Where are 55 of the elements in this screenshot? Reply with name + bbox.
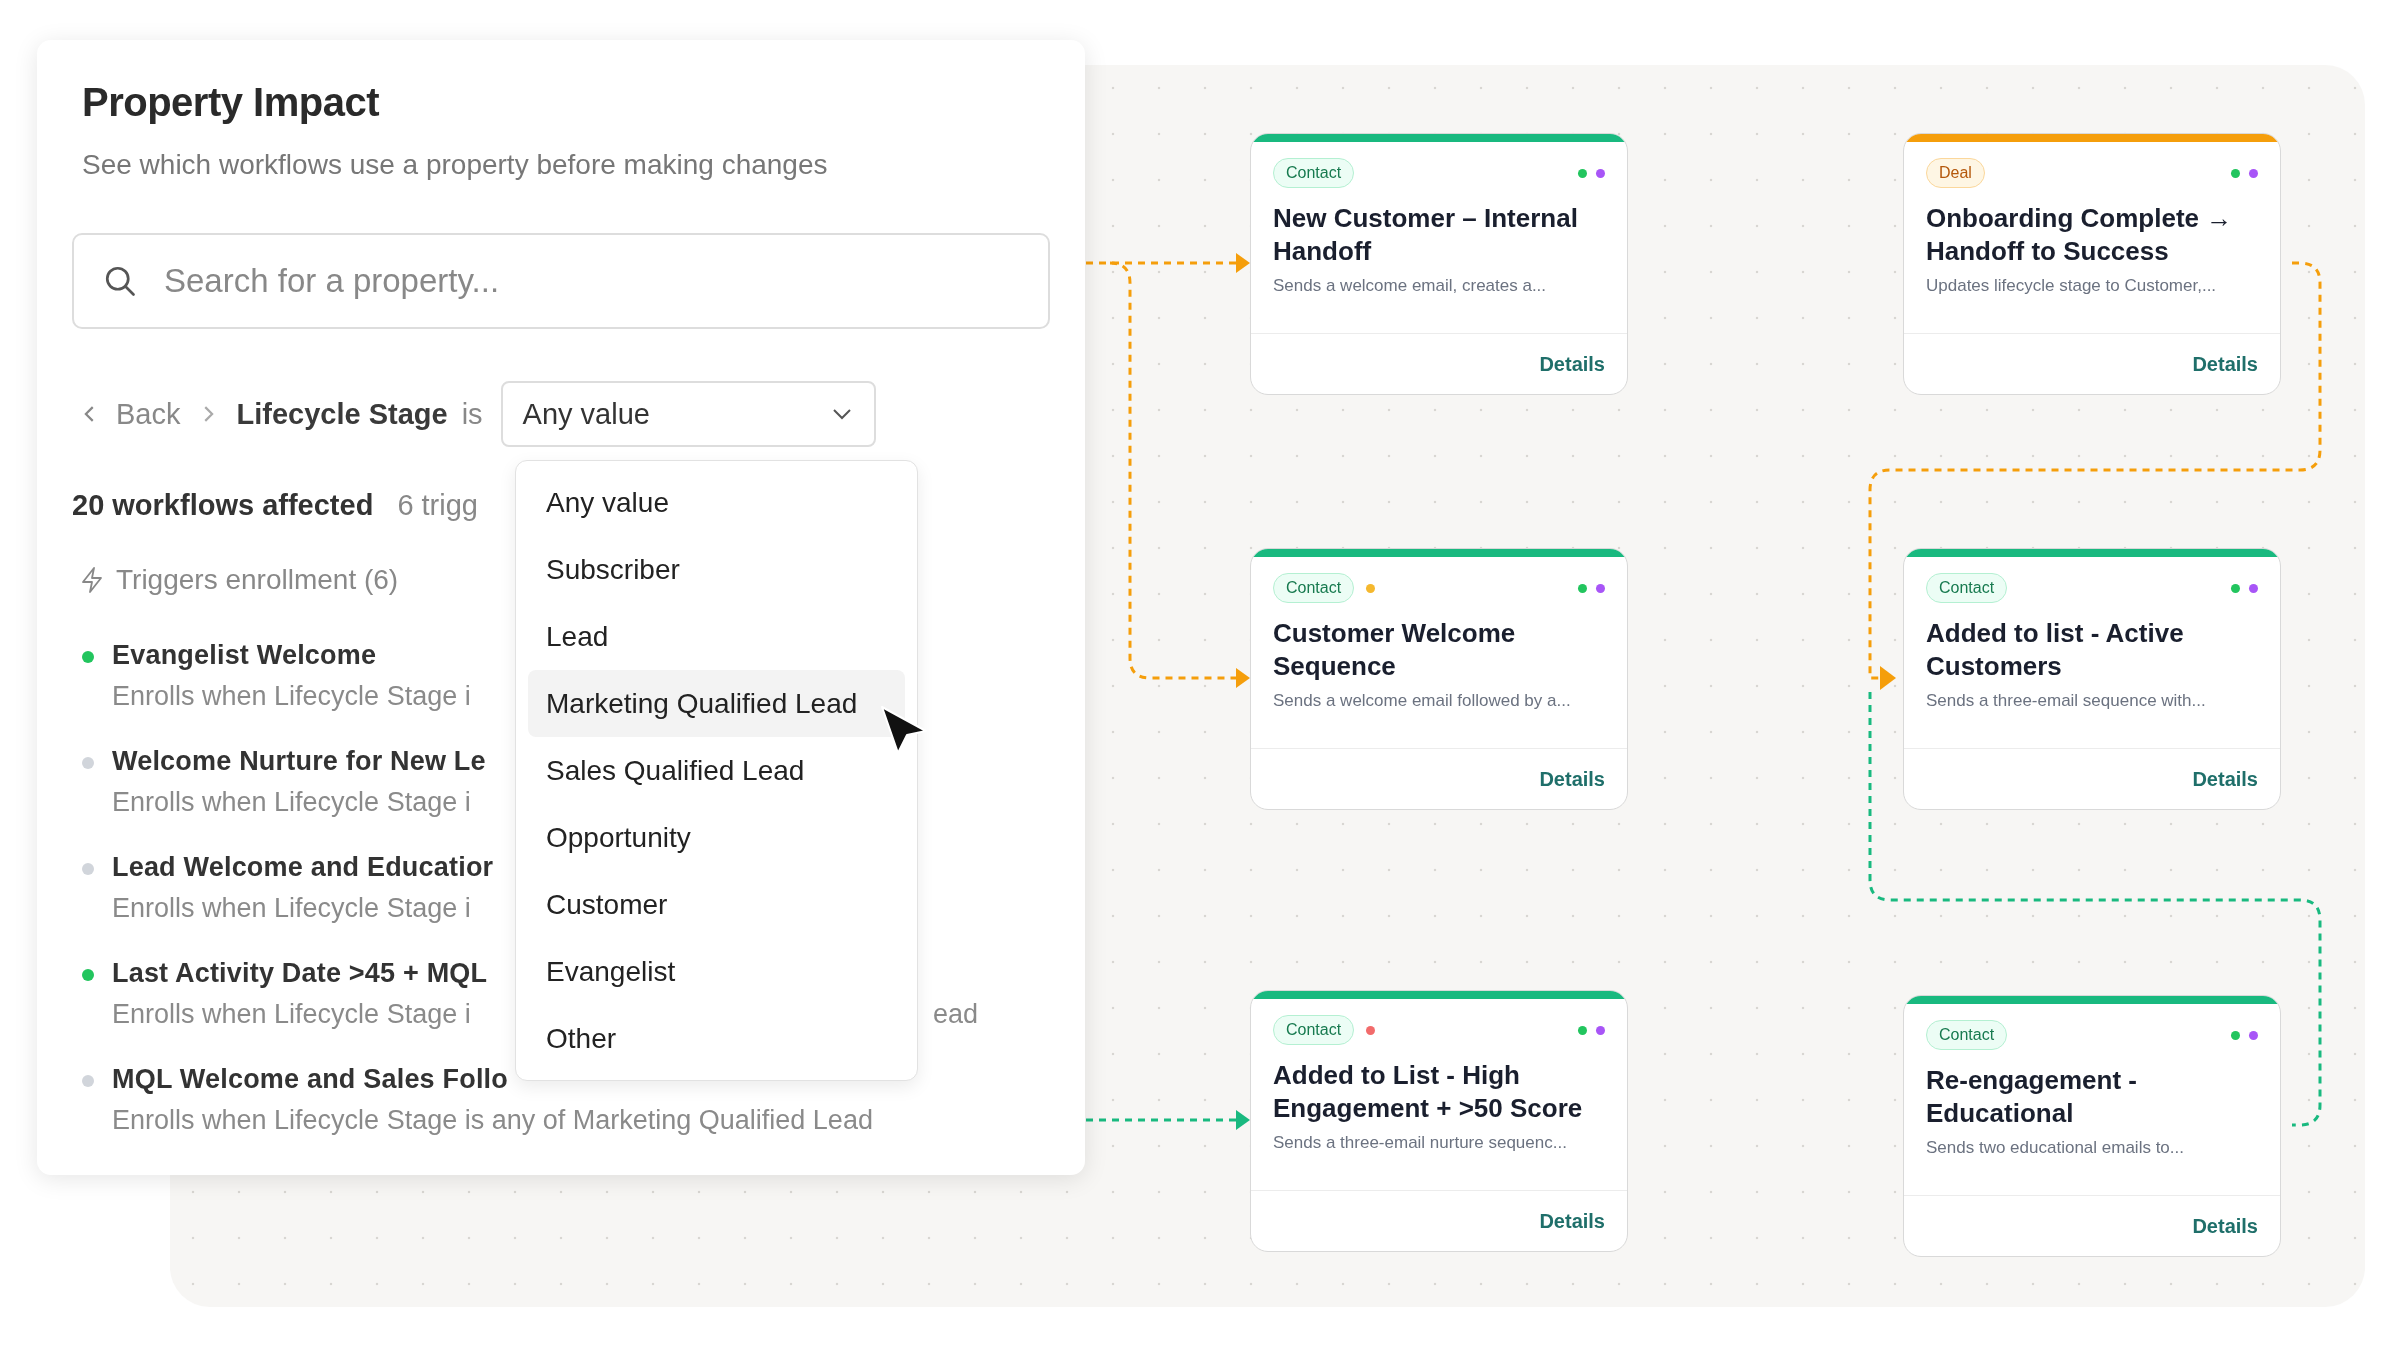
object-type-tag: Contact: [1273, 158, 1355, 188]
dropdown-option[interactable]: Lead: [528, 603, 905, 670]
dropdown-option[interactable]: Marketing Qualified Lead: [528, 670, 905, 737]
workflow-description: Enrolls when Lifecycle Stage i: [112, 681, 471, 712]
dropdown-option[interactable]: Evangelist: [528, 938, 905, 1005]
workflow-description: Enrolls when Lifecycle Stage i: [112, 999, 471, 1030]
workflow-name[interactable]: MQL Welcome and Sales Follo: [112, 1064, 508, 1094]
dropdown-option[interactable]: Sales Qualified Lead: [528, 737, 905, 804]
dropdown-option[interactable]: Opportunity: [528, 804, 905, 871]
workflow-name[interactable]: Welcome Nurture for New Le: [112, 746, 486, 776]
workflow-name[interactable]: Evangelist Welcome: [112, 640, 377, 670]
workflow-description: ead: [932, 999, 978, 1030]
section-heading: Triggers enrollment (6): [116, 564, 399, 596]
details-link[interactable]: Details: [1539, 1209, 1605, 1233]
workflow-description: Enrolls when Lifecycle Stage is any of Marketing Qualified Lead: [112, 1105, 873, 1136]
details-link[interactable]: Details: [2192, 352, 2258, 376]
details-link[interactable]: Details: [2192, 767, 2258, 791]
property-name: Lifecycle Stage: [236, 397, 448, 431]
card-description: Sends a three-email nurture sequenc...: [1273, 1133, 1568, 1153]
object-type-tag: Deal: [1926, 158, 1985, 188]
object-type-tag: Contact: [1273, 573, 1355, 603]
object-type-tag: Contact: [1926, 1020, 2008, 1050]
affected-count: 20 workflows affected: [72, 489, 374, 522]
card-title: Added to List - High Engagement + >50 Score: [1273, 1059, 1584, 1125]
card-description: Sends a welcome email, creates a...: [1273, 276, 1548, 296]
card-description: Sends two educational emails to...: [1926, 1138, 2185, 1158]
dropdown-option[interactable]: Subscriber: [528, 536, 905, 603]
dropdown-option[interactable]: Any value: [528, 469, 905, 536]
back-link[interactable]: Back: [82, 397, 181, 431]
dropdown-option[interactable]: Other: [528, 1005, 905, 1072]
card-title: Customer Welcome Sequence: [1273, 617, 1517, 683]
details-link[interactable]: Details: [1539, 352, 1605, 376]
panel-title: Property Impact: [82, 80, 381, 125]
workflow-description: Enrolls when Lifecycle Stage i: [112, 893, 471, 924]
workflow-name[interactable]: Last Activity Date >45 + MQL: [112, 958, 488, 988]
object-type-tag: Contact: [1926, 573, 2008, 603]
card-description: Sends a welcome email followed by a...: [1273, 691, 1572, 711]
card-description: Sends a three-email sequence with...: [1926, 691, 2207, 711]
card-title: Onboarding Complete → Handoff to Success: [1926, 202, 2234, 268]
bolt-icon: [80, 566, 104, 594]
operator-label: is: [461, 397, 483, 431]
workflow-name[interactable]: Lead Welcome and Educatior: [112, 852, 494, 882]
card-title: Re-engagement - Educational: [1926, 1064, 2138, 1130]
dropdown-option[interactable]: Customer: [528, 871, 905, 938]
details-link[interactable]: Details: [1539, 767, 1605, 791]
search-field[interactable]: Search for a property...: [72, 233, 1050, 329]
card-title: New Customer – Internal Handoff: [1273, 202, 1579, 268]
details-link[interactable]: Details: [2192, 1214, 2258, 1238]
card-description: Updates lifecycle stage to Customer,...: [1926, 276, 2218, 296]
panel-subtitle: See which workflows use a property before making changes: [82, 149, 829, 181]
card-title: Added to list - Active Customers: [1926, 617, 2185, 683]
object-type-tag: Contact: [1273, 1015, 1355, 1045]
workflow-description: Enrolls when Lifecycle Stage i: [112, 787, 471, 818]
trigger-count: 6 trigg: [397, 489, 478, 522]
value-select[interactable]: Any value: [500, 381, 876, 447]
